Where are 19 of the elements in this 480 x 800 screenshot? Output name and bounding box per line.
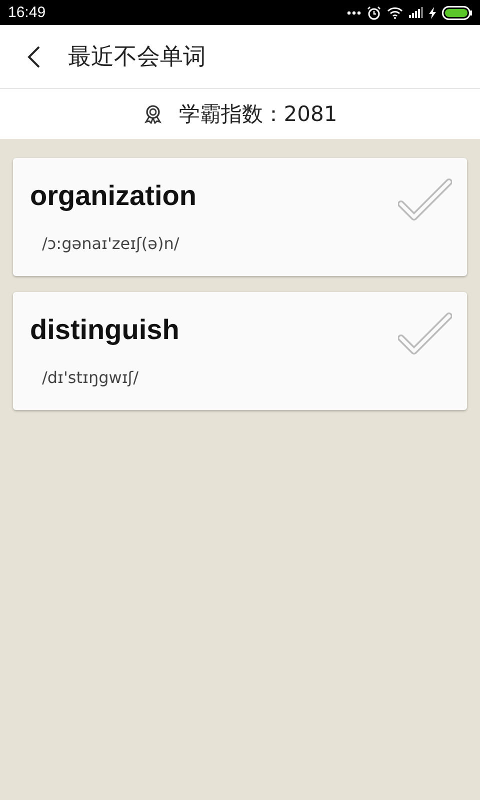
signal-icon <box>409 7 423 18</box>
alarm-icon <box>367 6 381 20</box>
word-text: organization <box>30 180 196 212</box>
more-icon <box>347 10 361 14</box>
score-label: 学霸指数：2081 <box>178 101 338 128</box>
checkmark-icon[interactable] <box>398 312 452 356</box>
checkmark-icon[interactable] <box>398 178 452 222</box>
word-card[interactable]: distinguish /dɪ'stɪŋgwɪʃ/ <box>13 292 467 410</box>
charging-icon <box>429 6 436 18</box>
word-card[interactable]: organization /ɔ:gənaɪ'zeɪʃ(ə)n/ <box>13 158 467 276</box>
wifi-icon <box>387 6 403 18</box>
back-icon[interactable] <box>27 46 41 68</box>
word-text: distinguish <box>30 314 180 346</box>
battery-icon <box>442 6 472 20</box>
medal-icon <box>142 104 163 124</box>
phonetic-text: /ɔ:gənaɪ'zeɪʃ(ə)n/ <box>42 234 180 253</box>
page-title: 最近不会单词 <box>68 43 206 72</box>
status-time: 16:49 <box>8 4 46 21</box>
phonetic-text: /dɪ'stɪŋgwɪʃ/ <box>42 368 140 387</box>
